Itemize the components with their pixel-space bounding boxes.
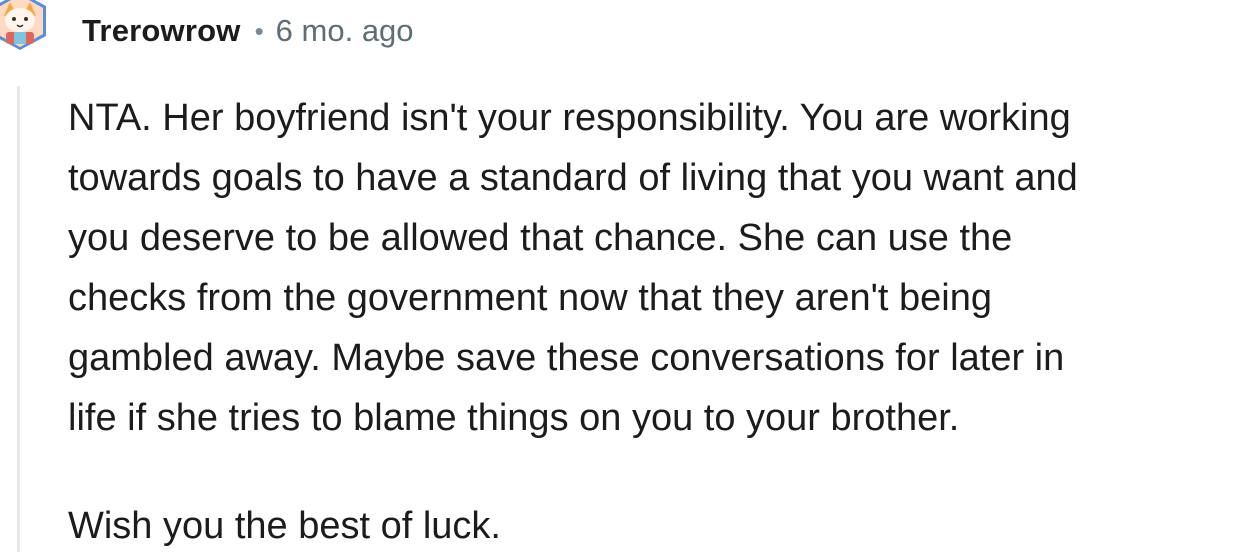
comment-body: NTA. Her boyfriend isn't your responsibi… (68, 88, 1238, 552)
comment: Trerowrow • 6 mo. ago NTA. Her boyfriend… (0, 0, 1245, 552)
thread-collapse-line[interactable] (17, 86, 20, 552)
user-avatar-icon[interactable] (0, 0, 52, 66)
comment-body-line: checks from the government now that they… (68, 277, 992, 319)
comment-body-line: you deserve to be allowed that chance. S… (68, 217, 1013, 259)
comment-body-line: gambled away. Maybe save these conversat… (68, 337, 1065, 379)
comment-body-line: NTA. Her boyfriend isn't your responsibi… (68, 97, 1071, 139)
meta-separator: • (254, 15, 264, 46)
comment-timestamp[interactable]: 6 mo. ago (276, 13, 414, 49)
comment-body-line: life if she tries to blame things on you… (68, 397, 960, 439)
comment-body-line: towards goals to have a standard of livi… (68, 157, 1078, 199)
username-link[interactable]: Trerowrow (82, 13, 241, 49)
comment-meta: Trerowrow • 6 mo. ago (82, 11, 414, 51)
comment-signoff: Wish you the best of luck. (68, 505, 501, 547)
